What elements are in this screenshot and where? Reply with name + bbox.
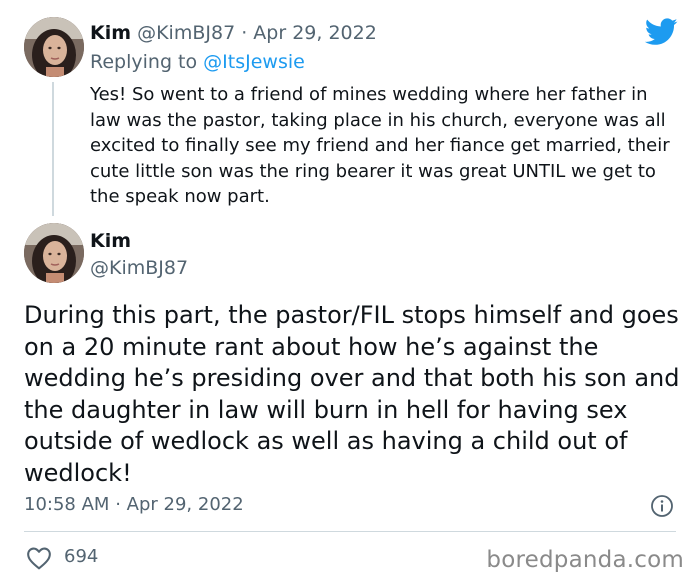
heart-icon[interactable]: [26, 546, 52, 570]
divider: [24, 531, 676, 532]
thread-connector-line: [52, 82, 54, 216]
reply-handle[interactable]: @KimBJ87: [137, 22, 235, 44]
avatar-image: [24, 17, 84, 77]
main-author-avatar[interactable]: [24, 223, 84, 283]
reply-tweet-text: Yes! So went to a friend of mines weddin…: [90, 84, 670, 207]
main-handle[interactable]: @KimBJ87: [90, 257, 188, 279]
main-display-name[interactable]: Kim: [90, 230, 131, 252]
main-tweet-text: During this part, the pastor/FIL stops h…: [24, 301, 680, 487]
watermark: boredpanda.com: [486, 547, 684, 573]
timestamp-separator: ·: [115, 494, 121, 515]
info-icon[interactable]: [650, 494, 674, 518]
reply-tweet-header: Kim @KimBJ87 · Apr 29, 2022: [90, 22, 377, 44]
reply-separator: ·: [241, 22, 248, 44]
tweet-timestamp[interactable]: 10:58 AM · Apr 29, 2022: [24, 494, 244, 515]
replying-to-mention[interactable]: @ItsJewsie: [203, 51, 305, 73]
reply-date[interactable]: Apr 29, 2022: [253, 22, 377, 44]
tweet-time: 10:58 AM: [24, 494, 110, 515]
twitter-bird-icon[interactable]: [645, 18, 678, 46]
replying-to-line: Replying to @ItsJewsie: [90, 51, 305, 73]
replying-to-prefix: Replying to: [90, 51, 198, 73]
tweet-date: Apr 29, 2022: [126, 494, 244, 515]
avatar-image: [24, 223, 84, 283]
reply-author-avatar[interactable]: [24, 17, 84, 77]
reply-display-name[interactable]: Kim: [90, 22, 131, 44]
like-count: 694: [64, 546, 99, 567]
